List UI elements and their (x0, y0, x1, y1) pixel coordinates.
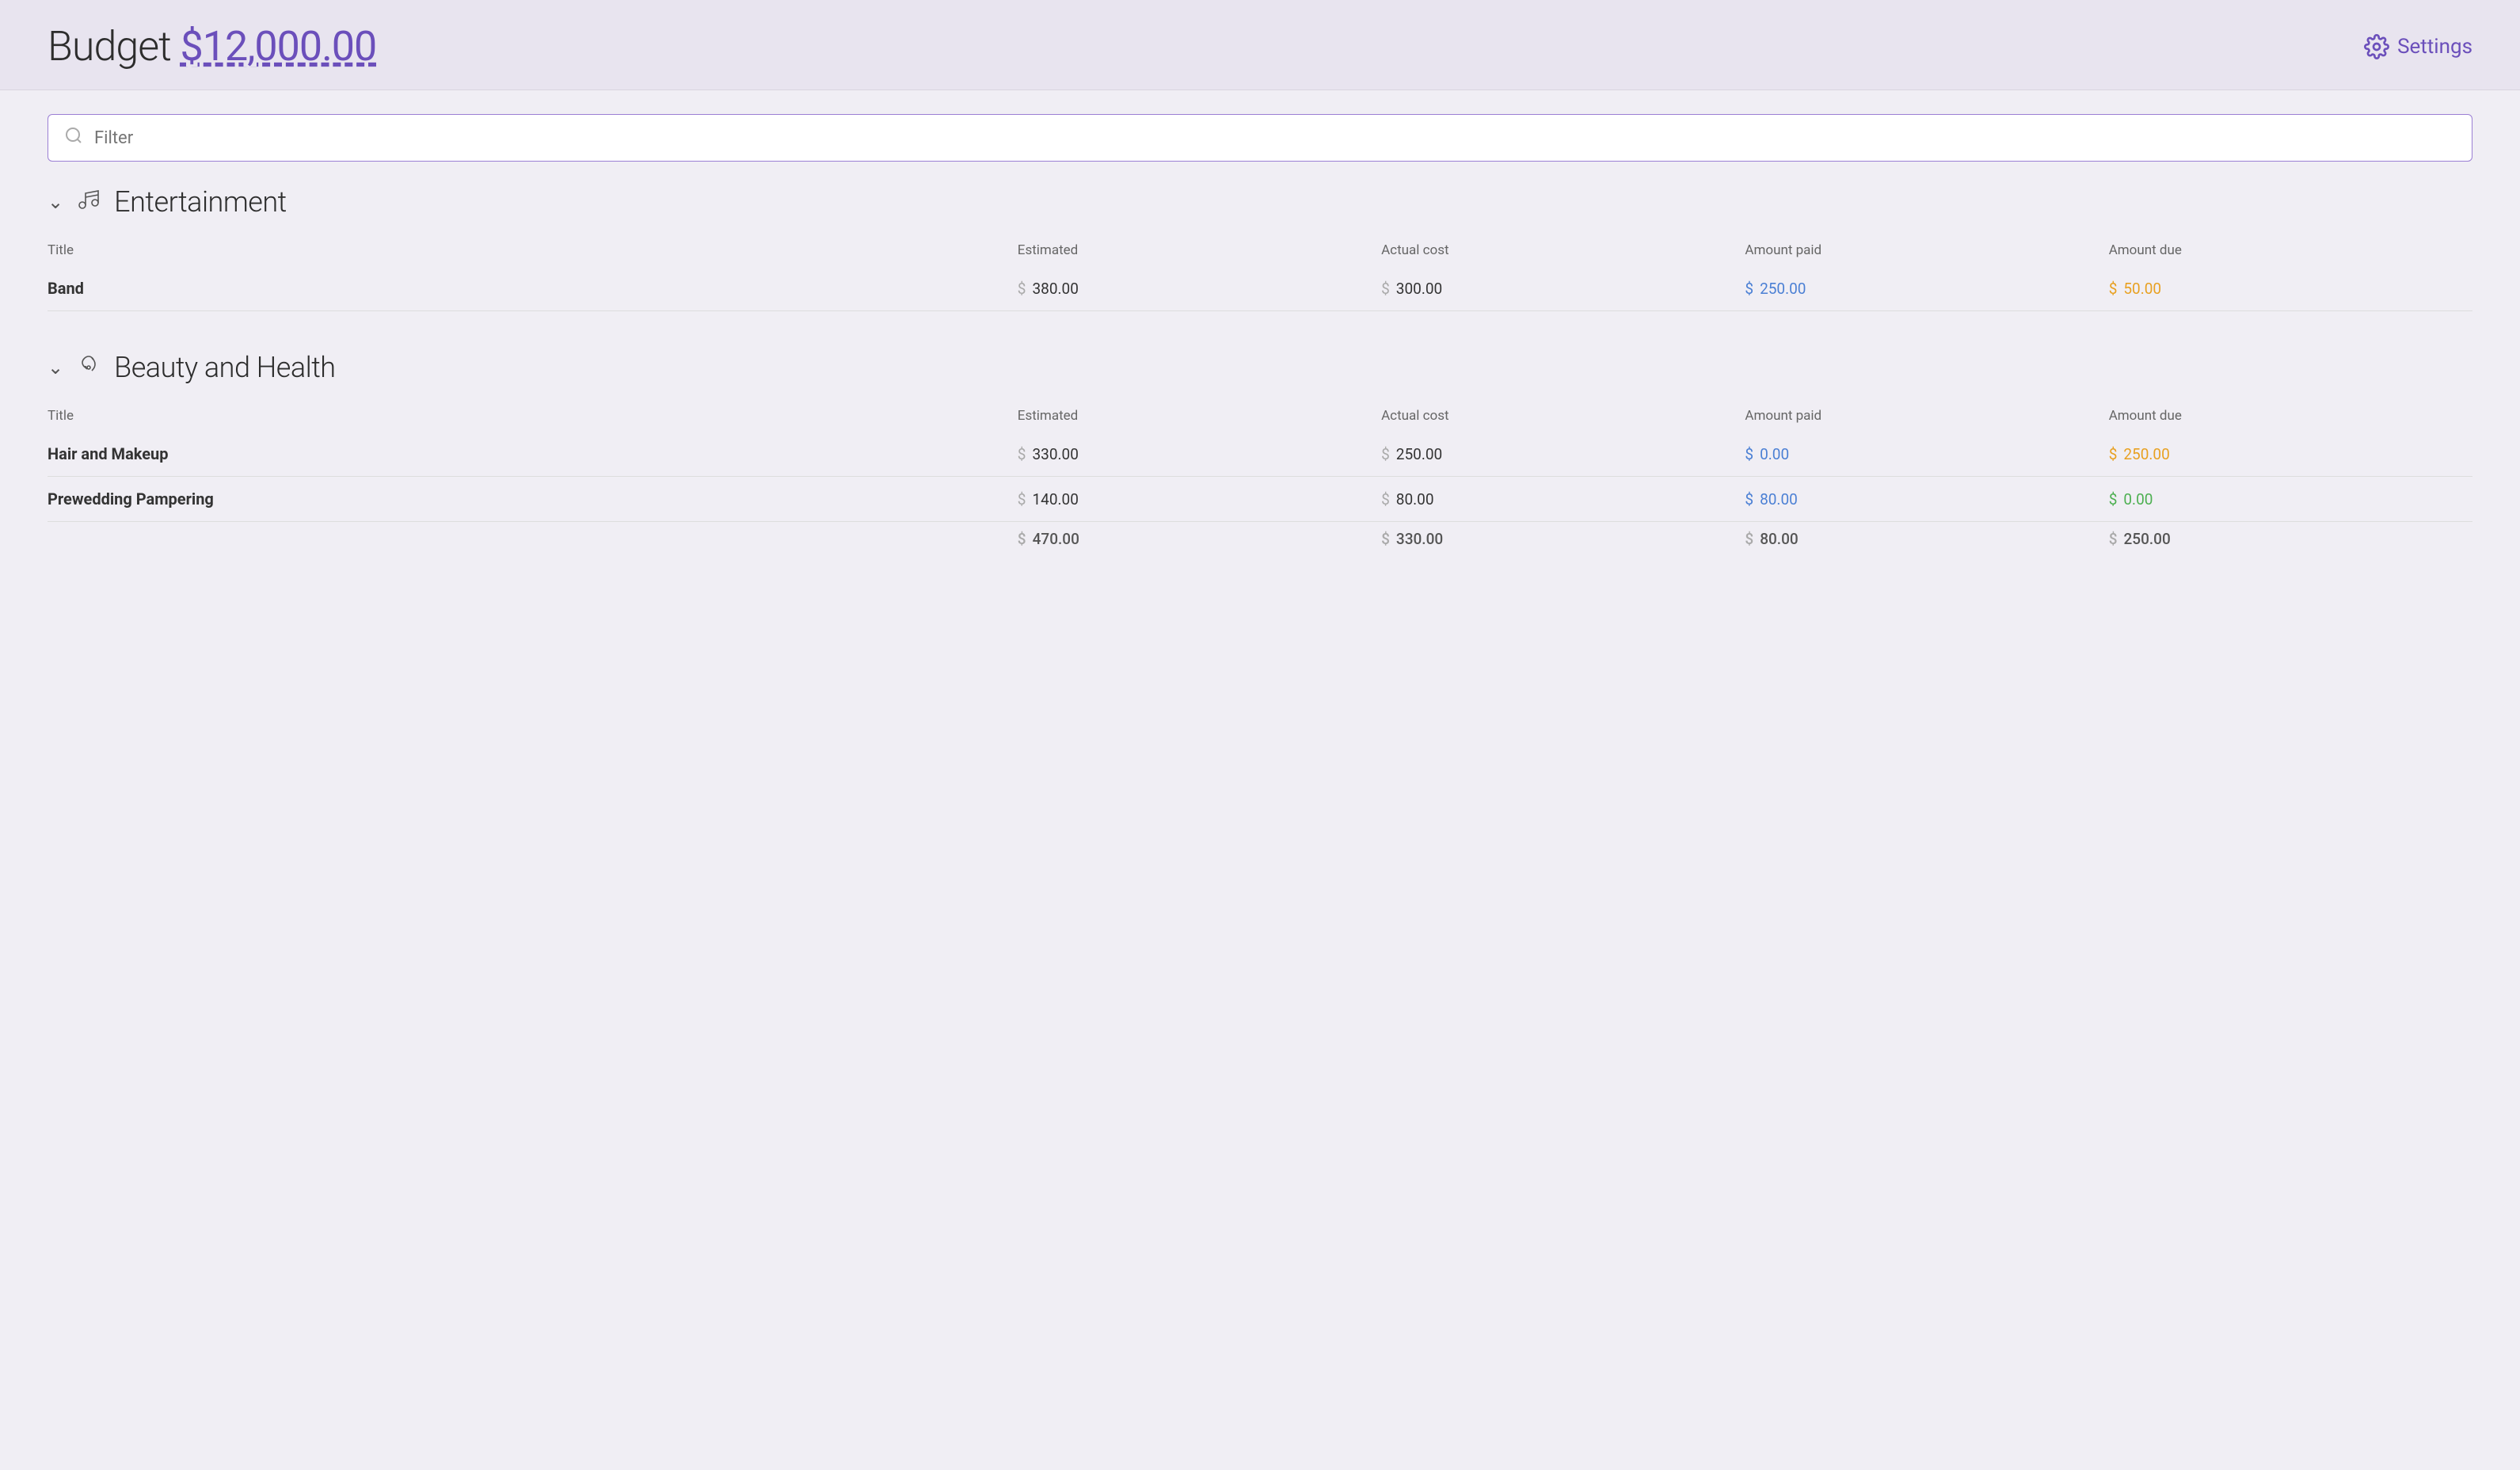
budget-table-beauty-and-health: TitleEstimatedActual costAmount paidAmou… (48, 400, 2472, 561)
settings-button[interactable]: Settings (2364, 34, 2472, 59)
categories-container: ⌄ Entertainment TitleEstimatedActual cos… (48, 185, 2472, 561)
budget-amount[interactable]: $12,000.00 (181, 22, 377, 70)
col-header-3: Amount paid (1745, 400, 2108, 432)
budget-title-area: Budget $12,000.00 (48, 22, 376, 70)
chevron-down-icon: ⌄ (48, 356, 63, 379)
col-header-0: Title (48, 234, 1018, 266)
item-amount-paid: $ 80.00 (1745, 477, 2108, 522)
item-title: Band (48, 266, 1018, 311)
category-icon-entertainment (76, 186, 101, 218)
category-title-beauty-and-health: Beauty and Health (114, 351, 335, 384)
gear-icon (2364, 34, 2389, 59)
item-actual-cost: $ 250.00 (1381, 432, 1745, 477)
settings-label: Settings (2397, 35, 2472, 59)
filter-container (48, 114, 2472, 162)
totals-row: $ 470.00 $ 330.00 $ (48, 522, 2472, 562)
chevron-down-icon: ⌄ (48, 191, 63, 213)
header: Budget $12,000.00 Settings (0, 0, 2520, 90)
category-title-entertainment: Entertainment (114, 185, 287, 219)
col-header-0: Title (48, 400, 1018, 432)
category-section-entertainment: ⌄ Entertainment TitleEstimatedActual cos… (48, 185, 2472, 311)
col-header-1: Estimated (1018, 400, 1381, 432)
col-header-1: Estimated (1018, 234, 1381, 266)
item-title: Hair and Makeup (48, 432, 1018, 477)
filter-input[interactable] (94, 128, 2456, 148)
category-header-entertainment[interactable]: ⌄ Entertainment (48, 185, 2472, 219)
main-content: ⌄ Entertainment TitleEstimatedActual cos… (0, 90, 2520, 624)
item-amount-due: $ 250.00 (2109, 432, 2472, 477)
table-row: Band $ 380.00 $ 300.00 (48, 266, 2472, 311)
totals-label (48, 522, 1018, 562)
table-row: Prewedding Pampering $ 140.00 $ 80.00 (48, 477, 2472, 522)
table-header-row: TitleEstimatedActual costAmount paidAmou… (48, 400, 2472, 432)
filter-input-wrapper (48, 114, 2472, 162)
category-section-beauty-and-health: ⌄ Beauty and Health TitleEstimatedActual… (48, 351, 2472, 561)
col-header-3: Amount paid (1745, 234, 2108, 266)
totals-actual: $ 330.00 (1381, 522, 1745, 562)
category-header-beauty-and-health[interactable]: ⌄ Beauty and Health (48, 351, 2472, 384)
col-header-2: Actual cost (1381, 400, 1745, 432)
item-actual-cost: $ 300.00 (1381, 266, 1745, 311)
col-header-2: Actual cost (1381, 234, 1745, 266)
item-actual-cost: $ 80.00 (1381, 477, 1745, 522)
title-prefix: Budget (48, 22, 171, 70)
item-amount-paid: $ 0.00 (1745, 432, 2108, 477)
totals-due: $ 250.00 (2109, 522, 2472, 562)
totals-paid: $ 80.00 (1745, 522, 2108, 562)
search-icon (64, 126, 83, 150)
page-title: Budget $12,000.00 (48, 22, 376, 70)
item-estimated: $ 380.00 (1018, 266, 1381, 311)
col-header-4: Amount due (2109, 234, 2472, 266)
totals-estimated: $ 470.00 (1018, 522, 1381, 562)
col-header-4: Amount due (2109, 400, 2472, 432)
item-amount-due: $ 50.00 (2109, 266, 2472, 311)
item-title: Prewedding Pampering (48, 477, 1018, 522)
item-amount-due: $ 0.00 (2109, 477, 2472, 522)
table-header-row: TitleEstimatedActual costAmount paidAmou… (48, 234, 2472, 266)
item-estimated: $ 330.00 (1018, 432, 1381, 477)
item-estimated: $ 140.00 (1018, 477, 1381, 522)
budget-table-entertainment: TitleEstimatedActual costAmount paidAmou… (48, 234, 2472, 311)
category-icon-beauty-and-health (76, 352, 101, 383)
table-row: Hair and Makeup $ 330.00 $ 250.00 (48, 432, 2472, 477)
item-amount-paid: $ 250.00 (1745, 266, 2108, 311)
